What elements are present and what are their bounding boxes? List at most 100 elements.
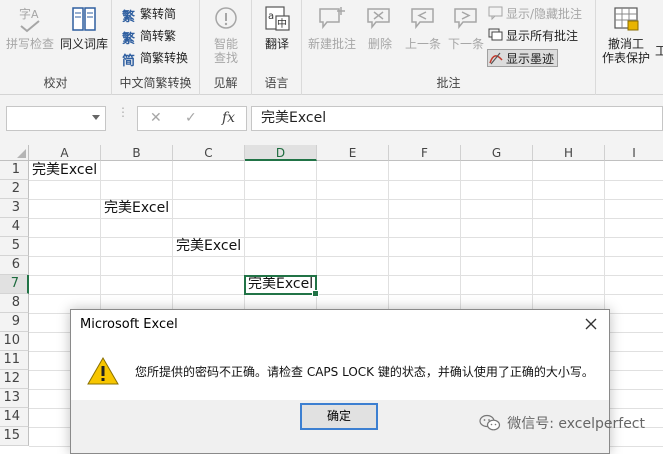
thesaurus-label: 同义词库 bbox=[59, 37, 108, 51]
unprotect-sheet-label-2: 作表保护 bbox=[601, 51, 650, 65]
translate-button[interactable]: a 中 翻译 bbox=[254, 4, 300, 51]
ink-icon bbox=[489, 52, 503, 65]
formula-bar: ⋮ ✕ ✓ fx 完美Excel bbox=[0, 95, 663, 145]
column-header-a[interactable]: A bbox=[29, 145, 101, 161]
unprotect-sheet-label-1: 撤消工 bbox=[607, 37, 644, 51]
next-comment-icon bbox=[454, 8, 477, 30]
gridline bbox=[29, 256, 663, 257]
cell-c5[interactable]: 完美Excel bbox=[173, 237, 241, 256]
new-comment-label: 新建批注 bbox=[307, 37, 356, 51]
row-header-15[interactable]: 15 bbox=[0, 427, 29, 446]
smart-lookup-label-1: 智能 bbox=[213, 37, 238, 51]
row-header-7[interactable]: 7 bbox=[0, 275, 29, 294]
select-all-corner[interactable] bbox=[0, 145, 29, 161]
cancel-icon[interactable]: ✕ bbox=[150, 110, 162, 126]
formula-buttons: ✕ ✓ fx bbox=[137, 106, 247, 131]
delete-comment-label: 删除 bbox=[367, 37, 392, 51]
close-icon[interactable] bbox=[583, 316, 599, 332]
spelling-button[interactable]: 字 A 拼写检查 bbox=[4, 4, 56, 51]
spelling-icon: 字 A bbox=[19, 6, 40, 33]
previous-comment-icon bbox=[411, 8, 434, 30]
comments-group-label: 批注 bbox=[436, 76, 461, 90]
enter-icon[interactable]: ✓ bbox=[185, 110, 197, 126]
new-comment-button[interactable]: 新建批注 bbox=[306, 4, 358, 51]
row-header-2[interactable]: 2 bbox=[0, 180, 29, 199]
gridline bbox=[29, 218, 663, 219]
smart-lookup-button[interactable]: 智能 查找 bbox=[202, 4, 250, 65]
active-cell-border bbox=[244, 275, 319, 297]
to-simplified-label: 繁转简 bbox=[140, 7, 177, 21]
column-header-h[interactable]: H bbox=[533, 145, 605, 161]
row-header-11[interactable]: 11 bbox=[0, 351, 29, 370]
show-ink-button[interactable]: 显示墨迹 bbox=[487, 49, 559, 67]
to-simplified-button[interactable]: 繁繁转简 bbox=[122, 5, 177, 25]
spelling-label: 拼写检查 bbox=[5, 37, 54, 51]
thesaurus-button[interactable]: 同义词库 bbox=[58, 4, 110, 51]
show-hide-comment-label: 显示/隐藏批注 bbox=[506, 7, 583, 21]
convert-icon: 简 bbox=[122, 54, 136, 69]
row-header-4[interactable]: 4 bbox=[0, 218, 29, 237]
column-header-d[interactable]: D bbox=[245, 145, 317, 161]
unprotect-sheet-button[interactable]: 撤消工 作表保护 bbox=[598, 4, 654, 65]
show-all-comments-label: 显示所有批注 bbox=[506, 29, 579, 43]
row-header-13[interactable]: 13 bbox=[0, 389, 29, 408]
column-header-i[interactable]: I bbox=[605, 145, 663, 161]
trad-to-simp-icon: 繁 bbox=[122, 10, 136, 25]
row-header-14[interactable]: 14 bbox=[0, 408, 29, 427]
cell-a1[interactable]: 完美Excel bbox=[29, 161, 97, 180]
translate-label: 翻译 bbox=[264, 37, 289, 51]
next-comment-button[interactable]: 下一条 bbox=[446, 4, 486, 51]
column-header-e[interactable]: E bbox=[317, 145, 389, 161]
book-icon bbox=[72, 7, 96, 31]
name-box[interactable] bbox=[6, 106, 106, 131]
warning-icon bbox=[87, 356, 119, 385]
svg-text:中: 中 bbox=[277, 17, 287, 30]
column-header-c[interactable]: C bbox=[173, 145, 245, 161]
show-ink-label: 显示墨迹 bbox=[506, 52, 555, 66]
row-header-8[interactable]: 8 bbox=[0, 294, 29, 313]
watermark-text: 微信号: excelperfect bbox=[507, 416, 645, 432]
ok-button[interactable]: 确定 bbox=[300, 403, 378, 430]
convert-button[interactable]: 简简繁转换 bbox=[122, 49, 189, 69]
unprotect-sheet-icon bbox=[614, 7, 639, 31]
watermark: 微信号: excelperfect bbox=[479, 413, 645, 435]
column-header-f[interactable]: F bbox=[389, 145, 461, 161]
delete-comment-button[interactable]: 删除 bbox=[360, 4, 400, 51]
ribbon-group-changes: 撤消工 作表保护 工 bbox=[596, 0, 663, 95]
simp-to-trad-icon: 繁 bbox=[122, 32, 136, 47]
ribbon-group-language: a 中 翻译 语言 bbox=[252, 0, 302, 95]
lightbulb-icon bbox=[215, 7, 237, 29]
show-all-comments-icon bbox=[488, 28, 503, 41]
previous-comment-button[interactable]: 上一条 bbox=[402, 4, 444, 51]
chinese-group-label: 中文简繁转换 bbox=[119, 76, 192, 90]
row-header-10[interactable]: 10 bbox=[0, 332, 29, 351]
show-hide-comment-button[interactable]: 显示/隐藏批注 bbox=[488, 5, 582, 23]
ribbon-group-insights: 智能 查找 见解 bbox=[200, 0, 252, 95]
column-header-g[interactable]: G bbox=[461, 145, 533, 161]
column-header-b[interactable]: B bbox=[101, 145, 173, 161]
name-box-dropdown-icon[interactable] bbox=[92, 115, 100, 120]
formula-bar-grip-icon[interactable]: ⋮ bbox=[117, 106, 129, 118]
insert-function-icon[interactable]: fx bbox=[222, 110, 235, 126]
more-changes-label: 工 bbox=[654, 44, 663, 58]
more-changes-button[interactable]: 工 bbox=[654, 44, 663, 58]
row-header-6[interactable]: 6 bbox=[0, 256, 29, 275]
next-comment-label: 下一条 bbox=[447, 37, 484, 51]
dialog-body: 您所提供的密码不正确。请检查 CAPS LOCK 键的状态，并确认使用了正确的大… bbox=[71, 339, 609, 400]
dialog-message: 您所提供的密码不正确。请检查 CAPS LOCK 键的状态，并确认使用了正确的大… bbox=[135, 365, 594, 379]
show-all-comments-button[interactable]: 显示所有批注 bbox=[488, 27, 578, 45]
row-header-1[interactable]: 1 bbox=[0, 161, 29, 180]
row-header-9[interactable]: 9 bbox=[0, 313, 29, 332]
formula-input[interactable]: 完美Excel bbox=[251, 106, 663, 131]
row-header-5[interactable]: 5 bbox=[0, 237, 29, 256]
convert-label: 简繁转换 bbox=[140, 51, 189, 65]
gridline bbox=[29, 180, 663, 181]
row-header-12[interactable]: 12 bbox=[0, 370, 29, 389]
smart-lookup-label-2: 查找 bbox=[213, 51, 238, 65]
to-traditional-button[interactable]: 繁简转繁 bbox=[122, 27, 176, 47]
svg-text:a: a bbox=[268, 11, 274, 22]
ribbon: 字 A 拼写检查 同义词库 校对 繁繁转简 繁简转繁 简简繁转换 中文简繁转换 … bbox=[0, 0, 663, 95]
cell-b3[interactable]: 完美Excel bbox=[101, 199, 169, 218]
delete-comment-icon bbox=[367, 8, 390, 30]
row-header-3[interactable]: 3 bbox=[0, 199, 29, 218]
